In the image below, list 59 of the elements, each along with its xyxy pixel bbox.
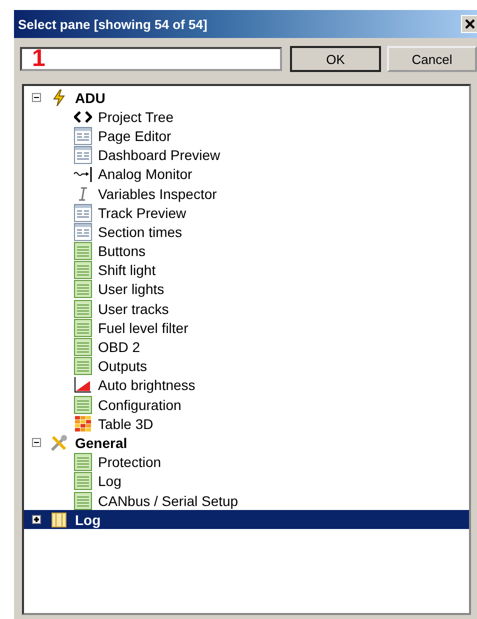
close-icon: [464, 19, 474, 29]
list-icon: [74, 338, 92, 356]
log-icon: [51, 512, 67, 528]
close-button[interactable]: [461, 15, 477, 33]
expand-icon[interactable]: [32, 515, 41, 524]
tree-item[interactable]: Project Tree: [98, 108, 174, 125]
code-icon: [74, 110, 92, 123]
window-icon: [74, 146, 92, 164]
table-icon: [74, 414, 92, 433]
list-icon: [74, 300, 92, 318]
group-label: General: [74, 434, 128, 451]
tree-group-row[interactable]: General: [24, 433, 469, 453]
tree-item[interactable]: Shift light: [98, 262, 156, 278]
tree-item[interactable]: OBD 2: [98, 339, 140, 356]
group-label: ADU: [74, 90, 106, 106]
tree-item[interactable]: Track Preview: [98, 204, 186, 221]
tree-item[interactable]: Dashboard Preview: [98, 147, 220, 164]
chart-icon: [74, 377, 92, 394]
list-icon: [74, 453, 92, 472]
tree-item[interactable]: Variables Inspector: [98, 186, 217, 202]
list-icon: [74, 280, 92, 298]
list-icon: [74, 472, 92, 490]
tree-item[interactable]: User tracks: [98, 300, 169, 317]
window-icon: [74, 222, 92, 241]
window-icon: [74, 204, 92, 222]
tree-item[interactable]: Analog Monitor: [98, 166, 192, 182]
tools-icon: [50, 434, 68, 452]
tree-item[interactable]: Auto brightness: [98, 377, 196, 394]
window-title: Select pane [showing 54 of 54]: [18, 16, 208, 32]
tree-item[interactable]: Protection: [98, 454, 162, 470]
tree-item[interactable]: Log: [98, 473, 122, 490]
list-icon: [74, 492, 92, 510]
lightning-icon: [52, 88, 66, 107]
list-icon: [74, 396, 92, 414]
tree-item[interactable]: Outputs: [98, 358, 148, 374]
tree-item[interactable]: Configuration: [98, 396, 182, 413]
tree-item[interactable]: CANbus / Serial Setup: [98, 492, 238, 509]
list-icon: [74, 242, 92, 260]
window-icon: [74, 126, 92, 145]
tree-group-row[interactable]: ADU: [24, 88, 469, 108]
list-icon: [74, 261, 92, 280]
text-cursor-icon: [77, 186, 89, 202]
group-label: Log: [74, 512, 102, 528]
list-icon: [74, 318, 92, 337]
search-field[interactable]: 1: [20, 47, 282, 71]
tree-item[interactable]: Table 3D: [98, 416, 154, 432]
signal-icon: [73, 166, 93, 182]
annotation-number: 1: [32, 46, 46, 72]
collapse-icon[interactable]: [32, 93, 41, 102]
cancel-button[interactable]: Cancel: [387, 46, 477, 72]
tree-item[interactable]: Page Editor: [98, 128, 172, 144]
tree-group-row[interactable]: Log: [24, 510, 469, 530]
collapse-icon[interactable]: [32, 438, 41, 448]
tree-item[interactable]: Fuel level filter: [98, 320, 188, 336]
list-icon: [74, 357, 92, 376]
tree-item[interactable]: Buttons: [98, 243, 146, 260]
ok-button[interactable]: OK: [290, 46, 381, 72]
tree-item[interactable]: Section times: [98, 224, 182, 240]
tree-item[interactable]: User lights: [98, 281, 164, 298]
